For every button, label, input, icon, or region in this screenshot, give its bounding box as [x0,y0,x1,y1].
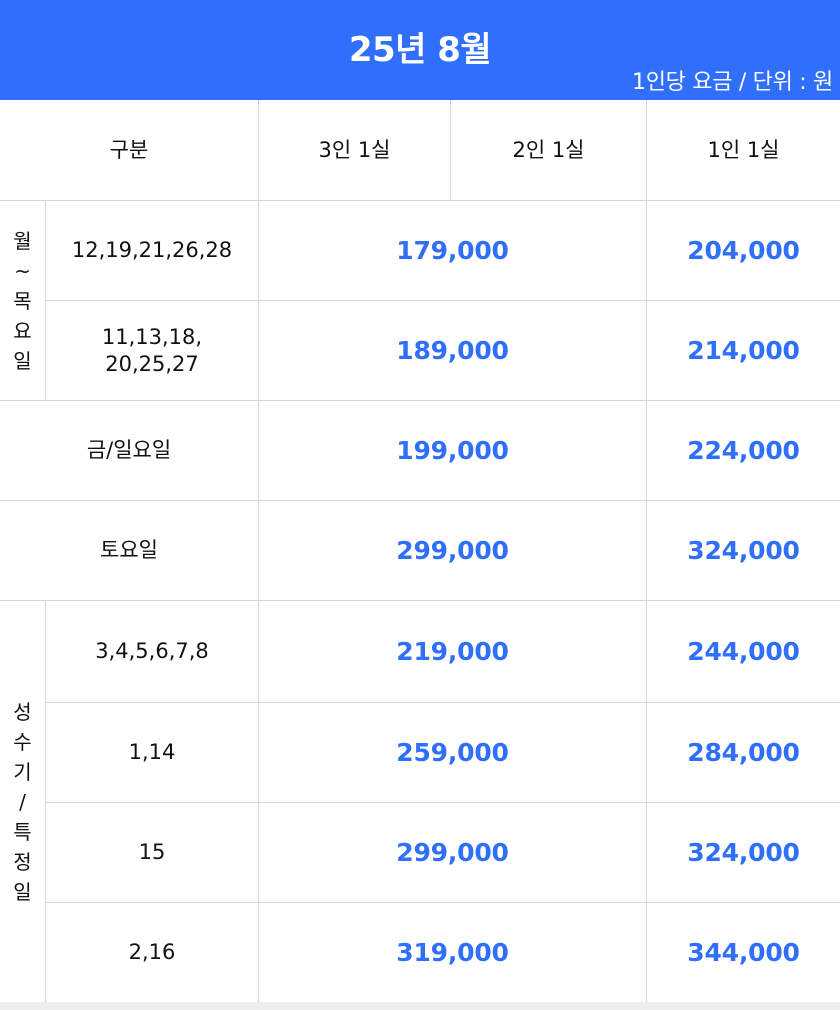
table-divider [45,200,46,400]
table-divider [45,600,46,1002]
row-dates-weekday-2: 11,13,18, 20,25,27 [46,301,258,400]
price-shared-room: 189,000 [259,301,646,400]
header-single-room: 1인 1실 [647,100,840,200]
weekday-group-char: 월 [13,228,32,253]
weekday-group-char: 요 [13,318,32,343]
price-shared-room: 219,000 [259,601,646,702]
peak-group-char: 성 [13,699,32,724]
price-shared-room: 199,000 [259,401,646,500]
peak-group-char: 기 [13,759,32,784]
header-triple-room: 3인 1실 [259,100,450,200]
table-divider [0,400,840,401]
weekday-group-char: 일 [13,348,32,373]
price-single-room: 244,000 [647,601,840,702]
table-divider [0,500,840,501]
price-shared-room: 299,000 [259,803,646,902]
peak-group-char: 정 [13,849,32,874]
peak-group-char: 특 [13,819,32,844]
price-shared-room: 179,000 [259,201,646,300]
peak-group-char: / [19,789,26,814]
rate-header: 25년 8월 1인당 요금 / 단위 : 원 [0,0,840,100]
row-dates-peak-3: 15 [46,803,258,902]
table-divider [0,200,840,201]
row-dates-peak-2: 1,14 [46,703,258,802]
weekday-group-label: 월 ~ 목 요 일 [0,201,45,400]
rate-table-page: 25년 8월 1인당 요금 / 단위 : 원 구분 3인 1실 2인 1실 1인… [0,0,840,1010]
price-single-room: 324,000 [647,803,840,902]
table-divider [258,100,259,1002]
price-single-room: 324,000 [647,501,840,600]
peak-season-group-label: 성 수 기 / 특 정 일 [0,601,45,1002]
price-single-room: 284,000 [647,703,840,802]
bottom-strip [0,1002,840,1010]
unit-note: 1인당 요금 / 단위 : 원 [632,70,833,95]
table-divider [46,300,840,301]
table-divider [46,802,840,803]
price-single-room: 214,000 [647,301,840,400]
table-divider [46,702,840,703]
dates-line: 20,25,27 [105,351,199,376]
table-divider [46,902,840,903]
row-label-fri-sun: 금/일요일 [0,401,258,500]
header-category: 구분 [0,100,258,200]
table-divider [646,100,647,1002]
table-divider [0,600,840,601]
price-single-room: 204,000 [647,201,840,300]
peak-group-char: 일 [13,879,32,904]
row-dates-peak-4: 2,16 [46,903,258,1002]
header-double-room: 2인 1실 [451,100,646,200]
price-shared-room: 259,000 [259,703,646,802]
dates-line: 11,13,18, [101,325,203,350]
table-divider [450,100,451,200]
peak-group-char: 수 [13,729,32,754]
price-shared-room: 319,000 [259,903,646,1002]
price-single-room: 344,000 [647,903,840,1002]
row-dates-peak-1: 3,4,5,6,7,8 [46,601,258,702]
row-dates-weekday-1: 12,19,21,26,28 [46,201,258,300]
price-shared-room: 299,000 [259,501,646,600]
weekday-group-char: ~ [14,258,31,283]
row-label-saturday: 토요일 [0,501,258,600]
price-single-room: 224,000 [647,401,840,500]
weekday-group-char: 목 [13,288,32,313]
